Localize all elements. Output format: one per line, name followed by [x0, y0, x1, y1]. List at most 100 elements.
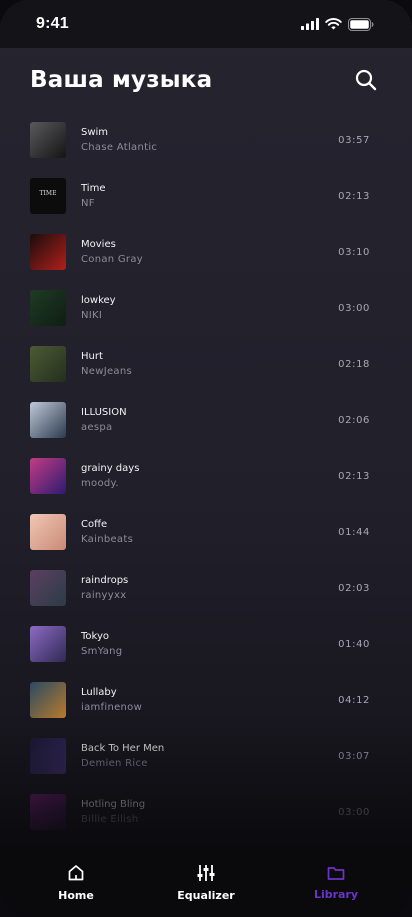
track-row[interactable]: grainy days moody. 02:13 [0, 448, 412, 504]
page-title: Ваша музыка [30, 67, 213, 93]
track-duration: 03:00 [338, 806, 370, 818]
nav-library-label: Library [313, 888, 359, 901]
nav-equalizer-label: Equalizer [177, 889, 235, 902]
header: Ваша музыка [30, 60, 378, 100]
album-cover [30, 738, 66, 774]
track-row[interactable]: TIME Time NF 02:13 [0, 168, 412, 224]
track-title: Back To Her Men [81, 742, 165, 754]
album-cover [30, 682, 66, 718]
album-cover [30, 626, 66, 662]
album-cover [30, 290, 66, 326]
track-duration: 04:12 [338, 694, 370, 706]
nav-equalizer[interactable]: Equalizer [166, 864, 246, 902]
track-row[interactable]: Back To Her Men Demien Rice 03:07 [0, 728, 412, 784]
album-cover [30, 346, 66, 382]
track-artist: Billie Eilish [81, 813, 139, 825]
track-artist: iamfinenow [81, 701, 143, 713]
track-title: raindrops [81, 574, 129, 586]
search-button[interactable] [354, 68, 378, 92]
track-row[interactable]: Hurt NewJeans 02:18 [0, 336, 412, 392]
search-icon [355, 69, 377, 91]
equalizer-icon [197, 865, 215, 881]
track-artist: Conan Gray [81, 253, 143, 265]
track-row[interactable]: raindrops rainyyxx 02:03 [0, 560, 412, 616]
nav-library[interactable]: Library [296, 865, 376, 901]
track-meta: Hotling Bling Billie Eilish [81, 798, 338, 827]
track-title: Coffe [81, 518, 108, 530]
track-meta: Time NF [81, 182, 338, 211]
track-artist: SmYang [81, 645, 123, 657]
home-icon [68, 865, 84, 881]
track-meta: lowkey NIKI [81, 294, 338, 323]
phone-screen: 9:41 Ваша музыка Swim Chase Atlantic 03:… [0, 0, 412, 917]
album-cover-text: TIME [39, 190, 57, 197]
folder-icon [327, 867, 345, 880]
track-duration: 02:18 [338, 358, 370, 370]
track-meta: Swim Chase Atlantic [81, 126, 338, 155]
track-title: lowkey [81, 294, 116, 306]
track-row[interactable]: ILLUSION aespa 02:06 [0, 392, 412, 448]
track-duration: 03:00 [338, 302, 370, 314]
album-cover [30, 794, 66, 830]
track-title: Movies [81, 238, 116, 250]
track-duration: 01:40 [338, 638, 370, 650]
track-duration: 02:06 [338, 414, 370, 426]
status-time: 9:41 [36, 15, 69, 32]
track-duration: 01:44 [338, 526, 370, 538]
track-meta: Back To Her Men Demien Rice [81, 742, 338, 771]
track-row[interactable]: Swim Chase Atlantic 03:57 [0, 112, 412, 168]
album-cover [30, 570, 66, 606]
album-cover: TIME [30, 178, 66, 214]
track-artist: Chase Atlantic [81, 141, 158, 153]
wifi-icon [325, 18, 342, 30]
album-cover [30, 458, 66, 494]
track-artist: NF [81, 197, 95, 209]
bottom-nav: Home Equalizer Library [0, 849, 412, 917]
track-meta: raindrops rainyyxx [81, 574, 338, 603]
album-cover [30, 122, 66, 158]
track-duration: 03:07 [338, 750, 370, 762]
track-title: Swim [81, 126, 109, 138]
track-meta: Coffe Kainbeats [81, 518, 338, 547]
track-row[interactable]: Coffe Kainbeats 01:44 [0, 504, 412, 560]
track-title: Lullaby [81, 686, 117, 698]
status-bar: 9:41 [0, 0, 412, 48]
track-duration: 03:57 [338, 134, 370, 146]
track-title: Hurt [81, 350, 103, 362]
track-artist: aespa [81, 421, 113, 433]
track-row[interactable]: Lullaby iamfinenow 04:12 [0, 672, 412, 728]
track-meta: Movies Conan Gray [81, 238, 338, 267]
track-title: ILLUSION [81, 406, 127, 418]
track-duration: 02:13 [338, 190, 370, 202]
nav-home[interactable]: Home [36, 864, 116, 902]
track-artist: moody. [81, 477, 119, 489]
track-artist: rainyyxx [81, 589, 127, 601]
track-title: Hotling Bling [81, 798, 146, 810]
track-row[interactable]: Movies Conan Gray 03:10 [0, 224, 412, 280]
nav-home-label: Home [58, 889, 94, 902]
album-cover [30, 402, 66, 438]
track-title: Tokyo [81, 630, 109, 642]
track-duration: 03:10 [338, 246, 370, 258]
track-artist: Kainbeats [81, 533, 134, 545]
track-meta: ILLUSION aespa [81, 406, 338, 435]
track-row[interactable]: Hotling Bling Billie Eilish 03:00 [0, 784, 412, 840]
track-meta: grainy days moody. [81, 462, 338, 491]
track-meta: Hurt NewJeans [81, 350, 338, 379]
status-icons [301, 17, 374, 31]
track-meta: Tokyo SmYang [81, 630, 338, 659]
battery-icon [348, 17, 374, 31]
track-row[interactable]: lowkey NIKI 03:00 [0, 280, 412, 336]
track-row[interactable]: Tokyo SmYang 01:40 [0, 616, 412, 672]
track-duration: 02:03 [338, 582, 370, 594]
track-artist: NIKI [81, 309, 103, 321]
track-artist: Demien Rice [81, 757, 148, 769]
track-duration: 02:13 [338, 470, 370, 482]
track-meta: Lullaby iamfinenow [81, 686, 338, 715]
track-title: grainy days [81, 462, 140, 474]
track-artist: NewJeans [81, 365, 132, 377]
album-cover [30, 234, 66, 270]
cellular-signal-icon [301, 18, 319, 30]
track-list: Swim Chase Atlantic 03:57 TIME Time NF 02:13 Mo… [0, 112, 412, 896]
album-cover [30, 514, 66, 550]
